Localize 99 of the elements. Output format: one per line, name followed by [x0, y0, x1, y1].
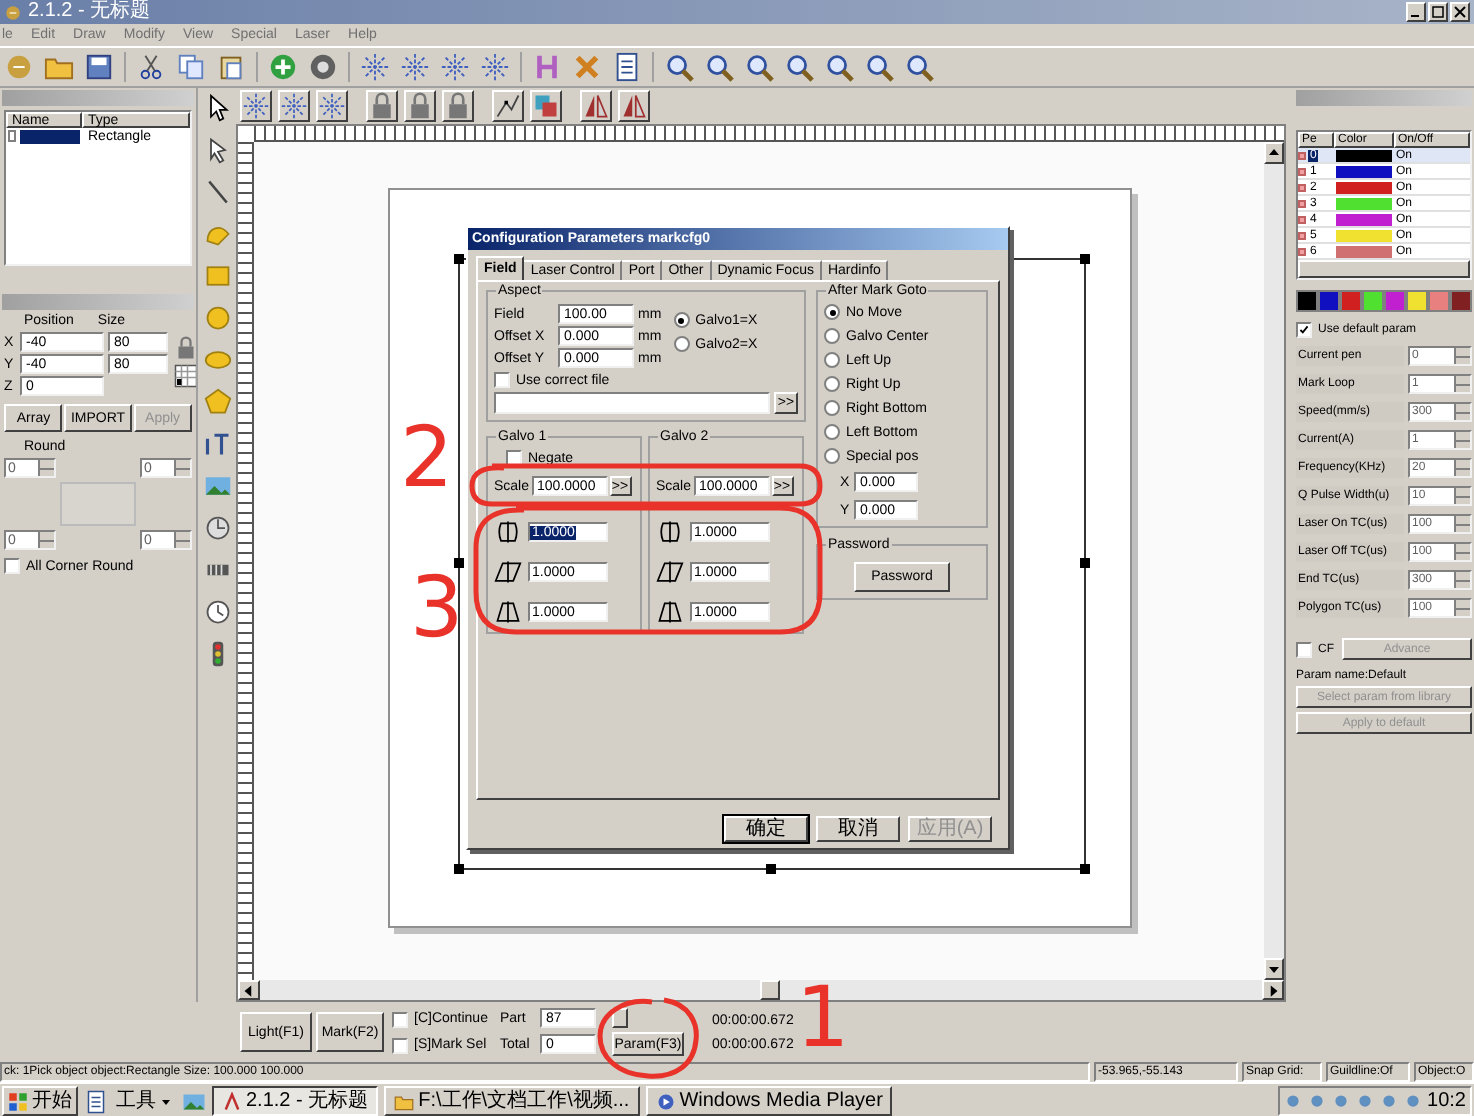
- folder-icon: [394, 1091, 415, 1111]
- checkbox[interactable]: [392, 1037, 408, 1053]
- radio-button[interactable]: [673, 336, 690, 352]
- start-button[interactable]: 开始: [2, 1086, 78, 1116]
- taskbar-button[interactable]: 2.1.2 - 无标题: [212, 1086, 379, 1116]
- dotted-star-icon[interactable]: [480, 52, 510, 82]
- taskbar-button[interactable]: F:\工作\文档工作\视频...: [384, 1086, 640, 1116]
- squares-icon[interactable]: [530, 90, 562, 122]
- barrel-distortion-icon: [494, 518, 522, 546]
- windows-logo-icon: [8, 1091, 28, 1111]
- checkbox[interactable]: [392, 1011, 408, 1027]
- color-swatch[interactable]: [1318, 290, 1340, 312]
- annotation-number: 2: [400, 416, 454, 500]
- radio-button[interactable]: [824, 448, 840, 464]
- save-icon[interactable]: [84, 52, 114, 82]
- color-swatch[interactable]: [1406, 290, 1428, 312]
- annotation-number: 1: [796, 976, 850, 1060]
- copy-icon[interactable]: [176, 52, 206, 82]
- toolbar-menu[interactable]: 工具: [114, 1086, 176, 1116]
- vertical-scrollbar[interactable]: [1264, 142, 1284, 980]
- parallelogram-distortion-icon: [656, 558, 684, 586]
- line-icon[interactable]: [203, 178, 231, 206]
- radio-button[interactable]: [824, 376, 840, 392]
- color-swatch[interactable]: [1296, 290, 1318, 312]
- trapezoid-distortion-icon: [656, 598, 684, 626]
- zoom-icon[interactable]: [864, 52, 894, 82]
- rectangle-icon[interactable]: [203, 262, 231, 290]
- horizontal-scrollbar[interactable]: [1298, 260, 1470, 278]
- taskbar-button[interactable]: Windows Media Player: [645, 1086, 893, 1116]
- lock-icon[interactable]: [404, 90, 436, 122]
- close-icon[interactable]: [1450, 2, 1470, 22]
- grid-icon[interactable]: [174, 364, 198, 388]
- play-icon: [655, 1091, 676, 1111]
- dotted-star-icon[interactable]: [360, 52, 390, 82]
- checkbox[interactable]: [8, 130, 16, 142]
- radio-button[interactable]: [824, 400, 840, 416]
- window-title: 2.1.2 - 无标题: [28, 2, 151, 22]
- timer-icon[interactable]: [203, 598, 231, 626]
- text-icon[interactable]: [203, 430, 231, 458]
- clock: 10:2: [1427, 1091, 1466, 1111]
- app-icon: [4, 3, 22, 21]
- scroll-up-icon[interactable]: [1264, 142, 1284, 164]
- scroll-down-icon[interactable]: [1264, 958, 1284, 980]
- mirror-icon[interactable]: [618, 90, 650, 122]
- document-icon[interactable]: [612, 52, 642, 82]
- zoom-icon[interactable]: [744, 52, 774, 82]
- scroll-left-icon[interactable]: [238, 980, 260, 1000]
- preview-box: [60, 482, 136, 526]
- scroll-thumb[interactable]: [760, 980, 780, 1000]
- ring-icon[interactable]: [308, 52, 338, 82]
- maximize-icon[interactable]: [1428, 2, 1448, 22]
- paste-icon[interactable]: [216, 52, 246, 82]
- mirror-icon[interactable]: [580, 90, 612, 122]
- circle-icon[interactable]: [203, 304, 231, 332]
- file-path-field[interactable]: [494, 392, 770, 414]
- app-icon: [222, 1091, 242, 1111]
- dotted-star-icon[interactable]: [240, 90, 272, 122]
- parallelogram-distortion-icon: [494, 558, 522, 586]
- color-swatch[interactable]: [1362, 290, 1384, 312]
- button[interactable]: 确定: [724, 816, 808, 842]
- image-icon[interactable]: [203, 472, 231, 500]
- dotted-star-icon[interactable]: [278, 90, 310, 122]
- selected-name-cell[interactable]: [20, 129, 80, 143]
- radio-button[interactable]: [824, 352, 840, 368]
- checkbox[interactable]: [1296, 641, 1312, 657]
- dial-icon[interactable]: [203, 514, 231, 542]
- color-swatch[interactable]: [1384, 290, 1406, 312]
- media-icon[interactable]: [182, 1089, 206, 1113]
- zoom-icon[interactable]: [664, 52, 694, 82]
- minimize-icon[interactable]: [1406, 2, 1426, 22]
- color-swatch[interactable]: [1450, 290, 1472, 312]
- plus-circle-icon[interactable]: [268, 52, 298, 82]
- barrel-distortion-icon: [656, 518, 684, 546]
- checkbox[interactable]: [494, 372, 510, 388]
- dotted-star-icon[interactable]: [316, 90, 348, 122]
- radio-button[interactable]: [824, 328, 840, 344]
- zoom-icon[interactable]: [784, 52, 814, 82]
- lock-icon[interactable]: [366, 90, 398, 122]
- zoom-icon[interactable]: [704, 52, 734, 82]
- dotted-star-icon[interactable]: [440, 52, 470, 82]
- dotted-star-icon[interactable]: [400, 52, 430, 82]
- desktop-icon[interactable]: [84, 1089, 108, 1113]
- h-shape-icon[interactable]: [532, 52, 562, 82]
- scroll-right-icon[interactable]: [1262, 980, 1284, 1000]
- radio-button[interactable]: [673, 312, 690, 328]
- color-swatch[interactable]: [1340, 290, 1362, 312]
- zoom-icon[interactable]: [824, 52, 854, 82]
- cut-icon[interactable]: [136, 52, 166, 82]
- radio-button[interactable]: [824, 304, 840, 320]
- checkbox[interactable]: [1296, 322, 1312, 338]
- button[interactable]: 取消: [816, 816, 900, 842]
- annotation-number: 3: [410, 566, 464, 650]
- checkbox[interactable]: [4, 558, 20, 574]
- lock-icon[interactable]: [442, 90, 474, 122]
- color-swatch[interactable]: [1428, 290, 1450, 312]
- node-edit-icon[interactable]: [492, 90, 524, 122]
- trapezoid-distortion-icon: [494, 598, 522, 626]
- radio-button[interactable]: [824, 424, 840, 440]
- zoom-icon[interactable]: [904, 52, 934, 82]
